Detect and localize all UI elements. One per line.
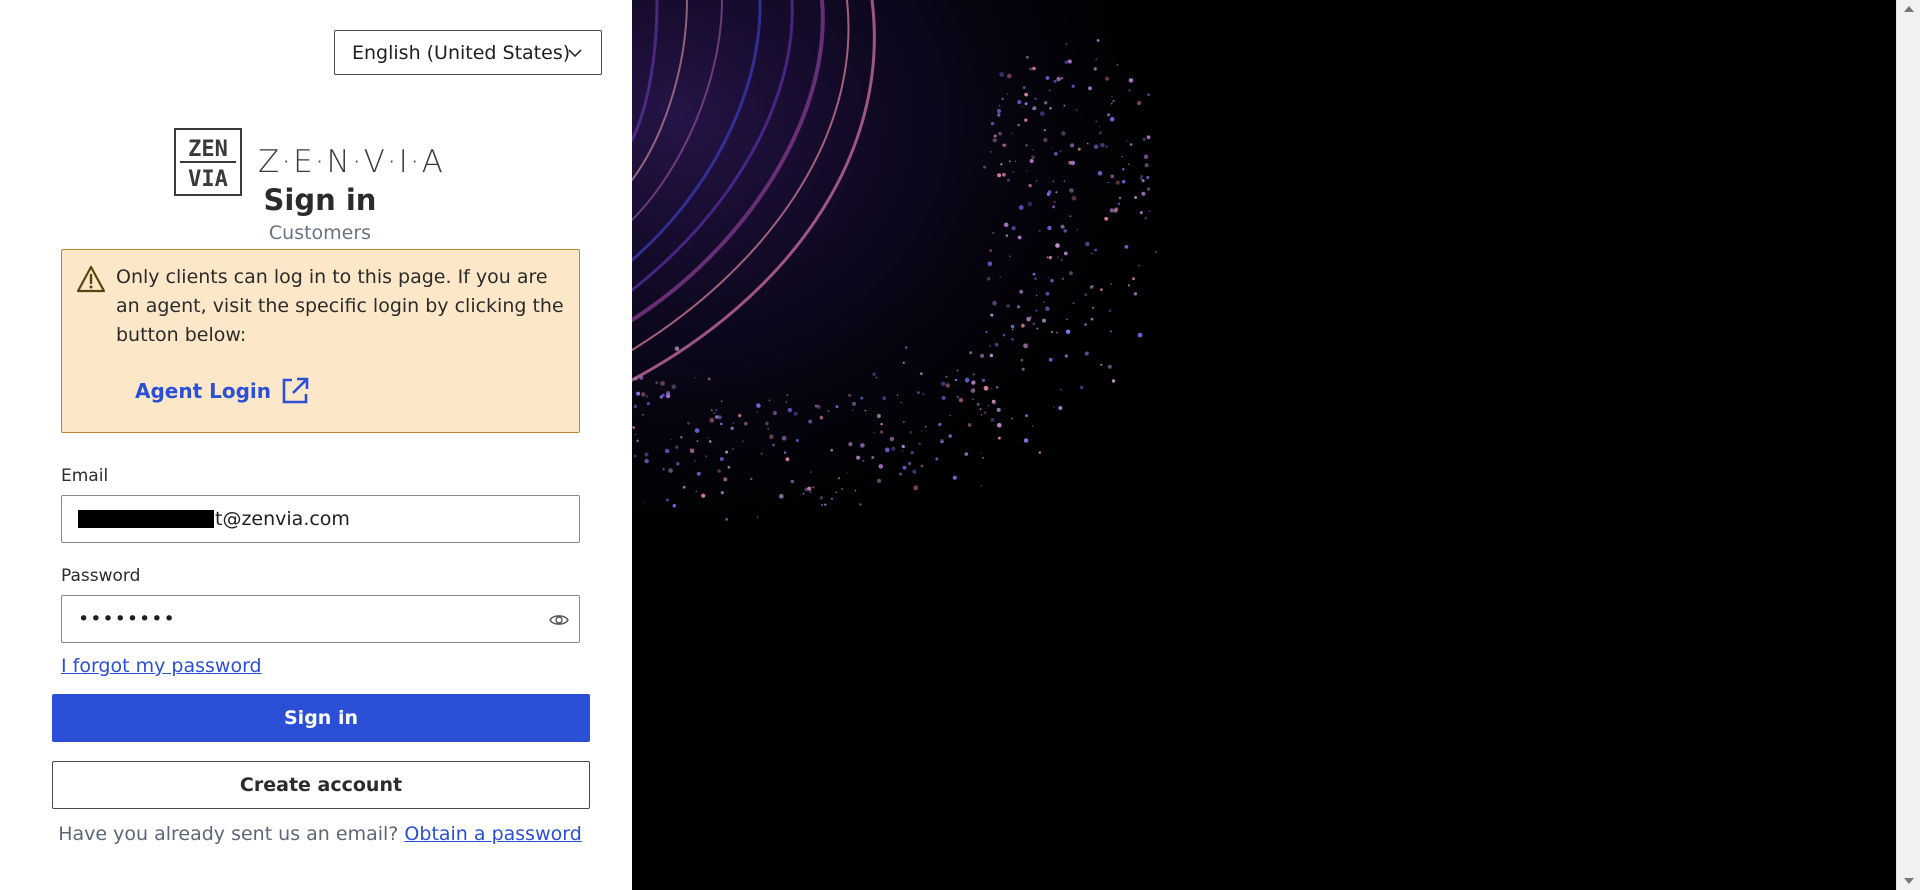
warning-icon [76,265,106,293]
agent-login-link[interactable]: Agent Login [135,376,310,406]
particle-swirl-graphic [632,0,1896,890]
logo-wordmark: Z·E·N·V·I·A [258,144,445,180]
email-input[interactable]: t@zenvia.com [61,495,580,543]
create-account-button[interactable]: Create account [52,761,590,809]
logo-mark-text-top: ZEN [188,137,228,162]
footer-prompt-text: Have you already sent us an email? [58,823,399,845]
language-selected-label: English (United States) [352,41,571,64]
forgot-password-link[interactable]: I forgot my password [61,655,262,677]
agent-warning-alert: Only clients can log in to this page. If… [61,249,580,433]
password-label: Password [61,566,141,586]
email-label: Email [61,466,109,486]
scroll-up-arrow-icon[interactable] [1903,4,1915,14]
sign-in-button[interactable]: Sign in [52,694,590,742]
obtain-password-prompt: Have you already sent us an email? Obtai… [0,823,640,845]
agent-login-label: Agent Login [135,379,272,403]
scroll-down-arrow-icon[interactable] [1903,876,1915,886]
login-page: English (United States) ZEN VIA Z·E·N·V·… [0,0,1920,890]
obtain-password-link[interactable]: Obtain a password [404,823,581,845]
email-value: t@zenvia.com [215,508,350,530]
password-value: •••••••• [78,608,176,630]
background-image [632,0,1896,890]
show-password-eye-icon[interactable] [549,611,569,629]
chevron-down-icon [568,49,582,58]
login-panel: English (United States) ZEN VIA Z·E·N·V·… [0,0,632,890]
language-select[interactable]: English (United States) [334,30,602,75]
external-link-icon [282,377,309,404]
redacted-email-part [78,510,214,528]
page-subtitle: Customers [268,222,372,244]
page-title: Sign in [263,183,377,217]
page-scrollbar[interactable] [1896,0,1920,890]
alert-message: Only clients can log in to this page. If… [116,266,564,346]
password-input[interactable]: •••••••• [61,595,580,643]
